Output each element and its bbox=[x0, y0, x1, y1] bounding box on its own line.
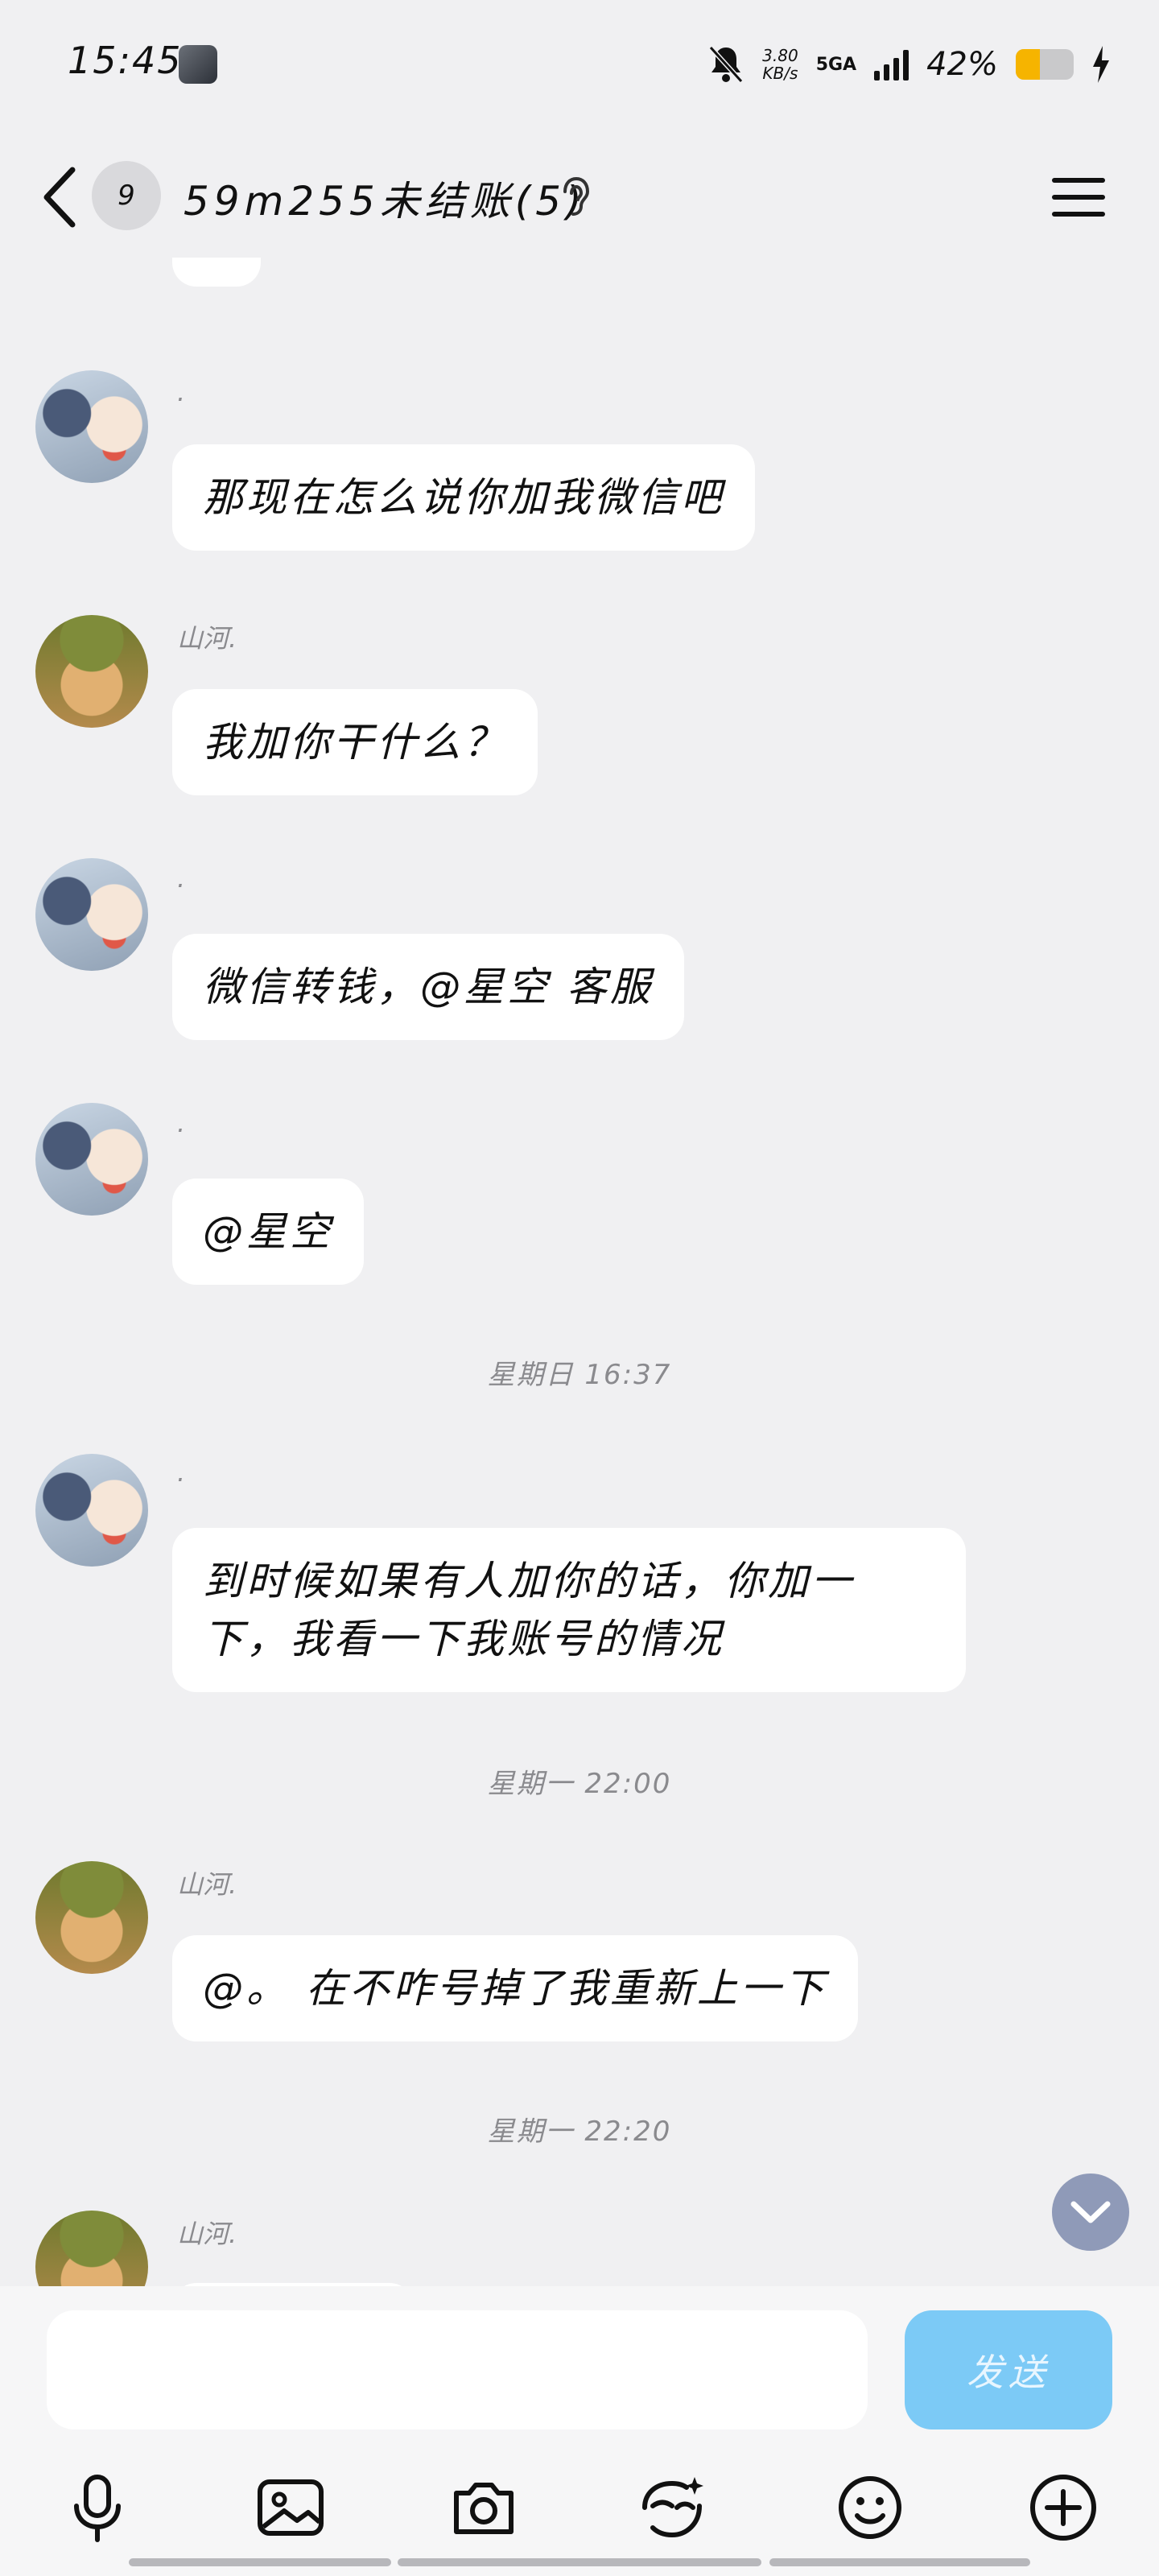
status-time: 15:45 bbox=[68, 39, 183, 82]
net-speed-value: 3.80 bbox=[762, 46, 798, 65]
emoji-icon bbox=[839, 2476, 901, 2539]
message-bubble[interactable]: 我加你干什么？ bbox=[172, 689, 538, 795]
mute-bell-icon bbox=[708, 45, 744, 84]
chat-header: 9 59m255未结账(5) bbox=[0, 137, 1159, 258]
input-toolbar bbox=[0, 2463, 1159, 2552]
avatar[interactable] bbox=[35, 858, 148, 971]
magic-face-button[interactable] bbox=[628, 2463, 716, 2552]
sender-name: . bbox=[177, 1457, 186, 1488]
earpiece-mode-icon[interactable] bbox=[555, 174, 596, 219]
menu-icon[interactable] bbox=[1046, 169, 1111, 225]
camera-icon bbox=[454, 2483, 514, 2534]
avatar[interactable] bbox=[35, 1454, 148, 1567]
sender-name: 山河. bbox=[177, 2219, 237, 2249]
signal-icon bbox=[874, 48, 909, 80]
sender-name: . bbox=[177, 1108, 186, 1138]
sender-name: . bbox=[177, 863, 186, 894]
home-indicator[interactable] bbox=[129, 2558, 391, 2566]
message-bubble[interactable]: 微信转钱，@星空 客服 bbox=[172, 934, 684, 1040]
avatar[interactable] bbox=[35, 1861, 148, 1974]
camera-button[interactable] bbox=[439, 2463, 528, 2552]
battery-percent: 42% bbox=[926, 46, 998, 83]
input-area: 发送 bbox=[0, 2286, 1159, 2576]
message-bubble-partial[interactable] bbox=[172, 258, 261, 287]
back-button[interactable] bbox=[32, 161, 89, 233]
more-button[interactable] bbox=[1019, 2463, 1107, 2552]
message-bubble[interactable]: @。 在不咋号掉了我重新上一下 bbox=[172, 1935, 858, 2041]
message-list[interactable]: . 那现在怎么说你加我微信吧 山河. 我加你干什么？ . 微信转钱，@星空 客服… bbox=[0, 258, 1159, 2286]
net-speed-unit: KB/s bbox=[762, 64, 798, 83]
message-input[interactable] bbox=[47, 2310, 868, 2429]
status-bar: 15:45 3.80 KB/s 5GA 42% bbox=[0, 0, 1159, 129]
network-type: 5GA bbox=[815, 54, 857, 75]
home-indicator[interactable] bbox=[398, 2558, 761, 2566]
unread-count-badge[interactable]: 9 bbox=[92, 161, 161, 230]
voice-button[interactable] bbox=[53, 2463, 142, 2552]
charging-bolt-icon bbox=[1093, 46, 1109, 83]
avatar[interactable] bbox=[35, 2211, 148, 2286]
status-right-group: 3.80 KB/s 5GA 42% bbox=[707, 40, 1111, 89]
message-bubble[interactable]: 那现在怎么说你加我微信吧 bbox=[172, 444, 755, 551]
send-button[interactable]: 发送 bbox=[905, 2310, 1112, 2429]
timestamp: 星期一 22:20 bbox=[487, 2116, 672, 2148]
avatar[interactable] bbox=[35, 370, 148, 483]
net-speed: 3.80 KB/s bbox=[762, 47, 798, 82]
microphone-icon bbox=[74, 2475, 121, 2542]
avatar[interactable] bbox=[35, 1103, 148, 1216]
home-indicator[interactable] bbox=[769, 2558, 1030, 2566]
chevron-left-icon bbox=[43, 167, 76, 228]
scroll-to-bottom-button[interactable] bbox=[1052, 2174, 1129, 2251]
timestamp: 星期日 16:37 bbox=[487, 1359, 672, 1391]
image-icon bbox=[258, 2479, 324, 2536]
message-bubble[interactable]: 到时候如果有人加你的话，你加一下，我看一下我账号的情况 bbox=[172, 1528, 966, 1692]
sender-name: 山河. bbox=[177, 623, 237, 654]
sender-name: 山河. bbox=[177, 1869, 237, 1900]
magic-face-icon bbox=[642, 2477, 703, 2538]
chat-title[interactable]: 59m255未结账(5) bbox=[184, 169, 587, 227]
timestamp: 星期一 22:00 bbox=[487, 1768, 672, 1800]
sender-name: . bbox=[177, 377, 186, 407]
plus-icon bbox=[1030, 2475, 1096, 2541]
battery-icon bbox=[1016, 49, 1074, 80]
chevron-down-icon bbox=[1070, 2201, 1111, 2223]
message-bubble[interactable]: @星空 bbox=[172, 1179, 364, 1285]
emoji-button[interactable] bbox=[826, 2463, 914, 2552]
network-indicator: 5GA bbox=[816, 55, 856, 75]
avatar[interactable] bbox=[35, 615, 148, 728]
notification-avatar-icon bbox=[179, 45, 217, 84]
photo-button[interactable] bbox=[246, 2463, 335, 2552]
